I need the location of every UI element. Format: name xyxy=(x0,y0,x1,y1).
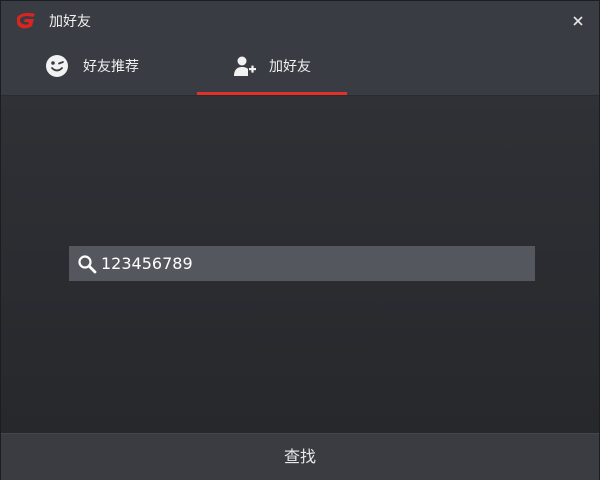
window-title: 加好友 xyxy=(49,14,91,30)
tab-add-friend[interactable]: 加好友 xyxy=(197,41,347,95)
search-field[interactable] xyxy=(69,246,535,281)
tab-add-friend-label: 加好友 xyxy=(269,59,311,75)
find-button[interactable]: 查找 xyxy=(1,433,599,480)
add-friend-window: 加好友 好友推荐 加好友 123456789 查找 xyxy=(0,0,600,480)
tab-friend-recommend-label: 好友推荐 xyxy=(83,59,139,75)
tab-friend-recommend[interactable]: 好友推荐 xyxy=(45,41,195,95)
search-input[interactable] xyxy=(101,246,521,281)
smiley-icon xyxy=(46,55,68,77)
find-button-label: 查找 xyxy=(283,447,316,466)
active-tab-indicator xyxy=(197,92,347,95)
search-icon xyxy=(78,255,97,274)
close-icon[interactable] xyxy=(567,10,589,32)
app-logo-icon xyxy=(17,13,35,29)
title-bar[interactable]: 加好友 xyxy=(1,1,599,41)
add-user-icon xyxy=(234,56,256,76)
tab-bar: 好友推荐 加好友 xyxy=(1,41,599,96)
